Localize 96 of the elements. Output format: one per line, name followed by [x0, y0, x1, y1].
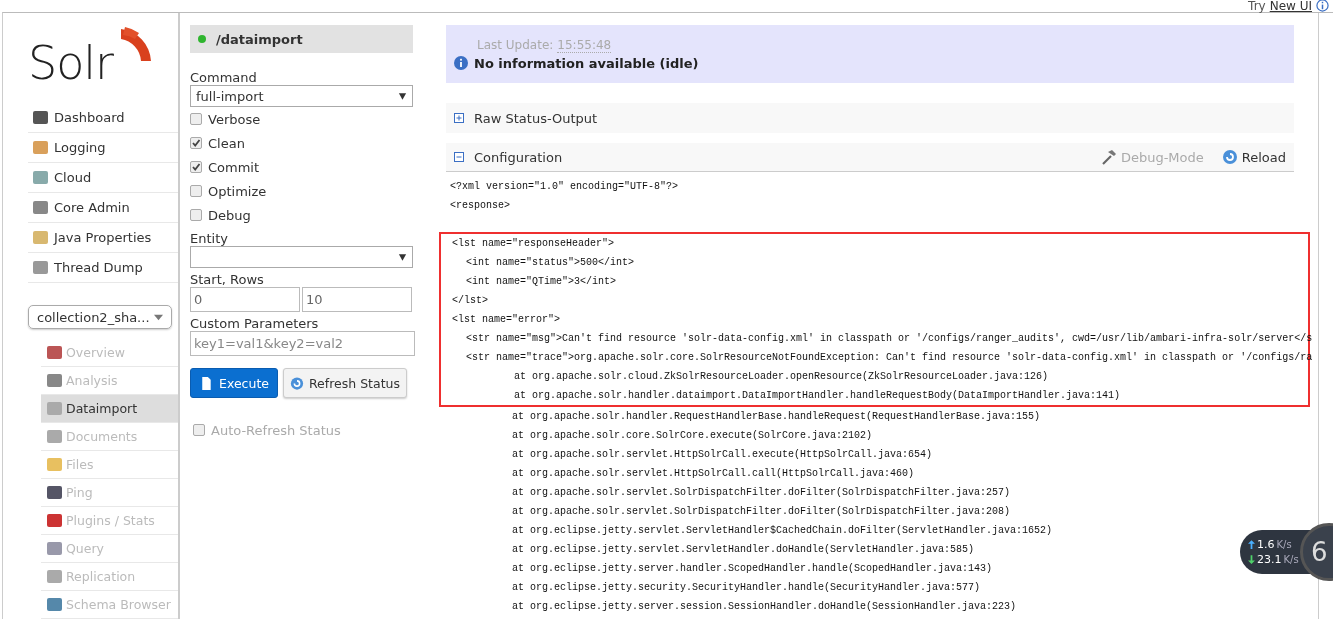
- nav-item[interactable]: Thread Dump: [28, 253, 178, 283]
- logo-text[interactable]: Solr: [28, 39, 114, 87]
- option-label: Commit: [208, 159, 260, 175]
- auto-refresh-label: Auto-Refresh Status: [211, 422, 341, 438]
- info-icon: [454, 56, 468, 70]
- nav-icon: [47, 514, 62, 527]
- caret-icon: [398, 253, 407, 261]
- nav-item[interactable]: Dashboard: [28, 103, 178, 133]
- code-line: <lst name="error">: [439, 310, 1310, 329]
- code-line: <int name="status">500</int>: [439, 253, 1310, 272]
- code-line: at org.apache.solr.handler.RequestHandlerBase.handleRequest(RequestHandlerBase.java:155): [511, 410, 1041, 424]
- new-ui-link[interactable]: New UI: [1269, 0, 1312, 12]
- option-label: Optimize: [208, 183, 267, 199]
- code-line: at org.eclipse.jetty.server.session.SessionHandler.doHandle(SessionHandler.java:223): [511, 600, 1017, 614]
- section-title: Configuration: [474, 149, 563, 165]
- option-label: Debug: [208, 207, 251, 223]
- nav-icon: [47, 458, 62, 471]
- reload-icon[interactable]: [1221, 149, 1238, 165]
- nav-icon: [47, 374, 62, 387]
- caret-icon: [398, 92, 407, 100]
- checkbox[interactable]: [190, 113, 202, 125]
- nav-icon: [47, 402, 62, 415]
- nav-item[interactable]: Core Admin: [28, 193, 178, 223]
- nav-icon: [47, 542, 62, 555]
- code-line: at org.apache.solr.servlet.SolrDispatchFilter.doFilter(SolrDispatchFilter.java:257): [511, 486, 1011, 500]
- nav-item[interactable]: Java Properties: [28, 223, 178, 253]
- download-arrow-icon: [1248, 555, 1255, 564]
- code-line: at org.eclipse.jetty.servlet.ServletHandler$CachedChain.doFilter(ServletHandler.java:1652): [511, 524, 1053, 538]
- code-line: at org.eclipse.jetty.servlet.ServletHandler.doHandle(ServletHandler.java:585): [511, 543, 975, 557]
- caret-icon: [154, 313, 163, 321]
- nav-icon: [33, 171, 48, 184]
- nav-icon: [47, 570, 62, 583]
- gauge-overlay: 6: [1300, 523, 1333, 581]
- code-line: </lst>: [439, 291, 1310, 310]
- speed-unit: K/s: [1283, 554, 1299, 565]
- checkbox[interactable]: [190, 137, 202, 149]
- nav-item[interactable]: Cloud: [28, 163, 178, 193]
- code-line: <lst name="responseHeader">: [439, 232, 1310, 253]
- nav-icon: [33, 261, 48, 274]
- nav-icon: [33, 111, 48, 124]
- code-line: at org.apache.solr.core.SolrCore.execute(SolrCore.java:2102): [511, 429, 873, 443]
- raw-status-header[interactable]: Raw Status-Output: [446, 103, 1294, 133]
- configuration-header[interactable]: Configuration Debug-Mode Reload: [446, 143, 1294, 172]
- nav-icon: [47, 598, 62, 611]
- hammer-icon[interactable]: [1100, 149, 1117, 165]
- reload-link[interactable]: Reload: [1241, 149, 1286, 165]
- refresh-icon: [290, 375, 304, 391]
- try-label: Try: [1248, 0, 1266, 12]
- command-select[interactable]: full-import: [190, 85, 413, 107]
- entity-label: Entity: [190, 231, 229, 246]
- code-line: at org.apache.solr.cloud.ZkSolrResourceLoader.openResource(ZkSolrResourceLoader.java:126): [439, 367, 1310, 386]
- checkbox[interactable]: [193, 424, 205, 436]
- nav-item[interactable]: Logging: [28, 133, 178, 163]
- execute-button[interactable]: Execute: [190, 368, 278, 398]
- collapse-icon[interactable]: [454, 152, 464, 162]
- rows-field[interactable]: 10: [302, 287, 412, 312]
- last-update-time: 15:55:48: [557, 37, 612, 53]
- speed-unit: K/s: [1276, 539, 1292, 550]
- upload-arrow-icon: [1248, 540, 1255, 549]
- nav-icon: [33, 201, 48, 214]
- upload-speed: 1.6: [1257, 538, 1275, 551]
- code-line: at org.eclipse.jetty.security.SecurityHandler.handle(SecurityHandler.java:577): [511, 581, 981, 595]
- last-update-label: Last Update:: [477, 37, 554, 53]
- option-label: Verbose: [208, 111, 261, 127]
- refresh-status-button[interactable]: Refresh Status: [283, 368, 407, 398]
- handler-name: /dataimport: [216, 31, 303, 47]
- code-line: at org.apache.solr.servlet.HttpSolrCall.execute(HttpSolrCall.java:654): [511, 448, 933, 462]
- start-field[interactable]: 0: [190, 287, 300, 312]
- core-nav-item[interactable]: Dataimport: [41, 395, 178, 423]
- section-title: Raw Status-Output: [474, 110, 598, 126]
- download-speed: 23.1: [1257, 553, 1282, 566]
- code-line: at org.apache.solr.servlet.HttpSolrCall.call(HttpSolrCall.java:460): [511, 467, 915, 481]
- nav-icon: [33, 231, 48, 244]
- code-line: at org.apache.solr.servlet.SolrDispatchFilter.doFilter(SolrDispatchFilter.java:208): [511, 505, 1011, 519]
- custom-parameters-field[interactable]: key1=val1&key2=val2: [190, 331, 415, 356]
- nav-icon: [47, 430, 62, 443]
- nav-icon: [47, 346, 62, 359]
- core-selector[interactable]: collection2_sha...: [28, 305, 172, 329]
- expand-icon[interactable]: [454, 113, 464, 123]
- code-line: <int name="QTime">3</int>: [439, 272, 1310, 291]
- info-icon[interactable]: [1316, 0, 1329, 12]
- command-label: Command: [190, 70, 258, 85]
- code-line: <response>: [449, 199, 510, 213]
- custom-parameters-label: Custom Parameters: [190, 316, 320, 331]
- option-label: Clean: [208, 135, 245, 151]
- checkbox[interactable]: [190, 185, 202, 197]
- code-line: at org.eclipse.jetty.server.handler.ScopedHandler.handle(ScopedHandler.java:143): [511, 562, 993, 576]
- checkbox[interactable]: [190, 209, 202, 221]
- start-rows-label: Start, Rows: [190, 272, 265, 287]
- nav-icon: [47, 486, 62, 499]
- code-line: at org.apache.solr.handler.dataimport.DataImportHandler.handleRequestBody(DataImportHandler.java:141): [439, 386, 1310, 407]
- document-icon: [199, 375, 213, 391]
- status-message: No information available (idle): [474, 55, 699, 71]
- nav-icon: [33, 141, 48, 154]
- checkbox[interactable]: [190, 161, 202, 173]
- code-line: <?xml version="1.0" encoding="UTF-8"?>: [449, 180, 679, 194]
